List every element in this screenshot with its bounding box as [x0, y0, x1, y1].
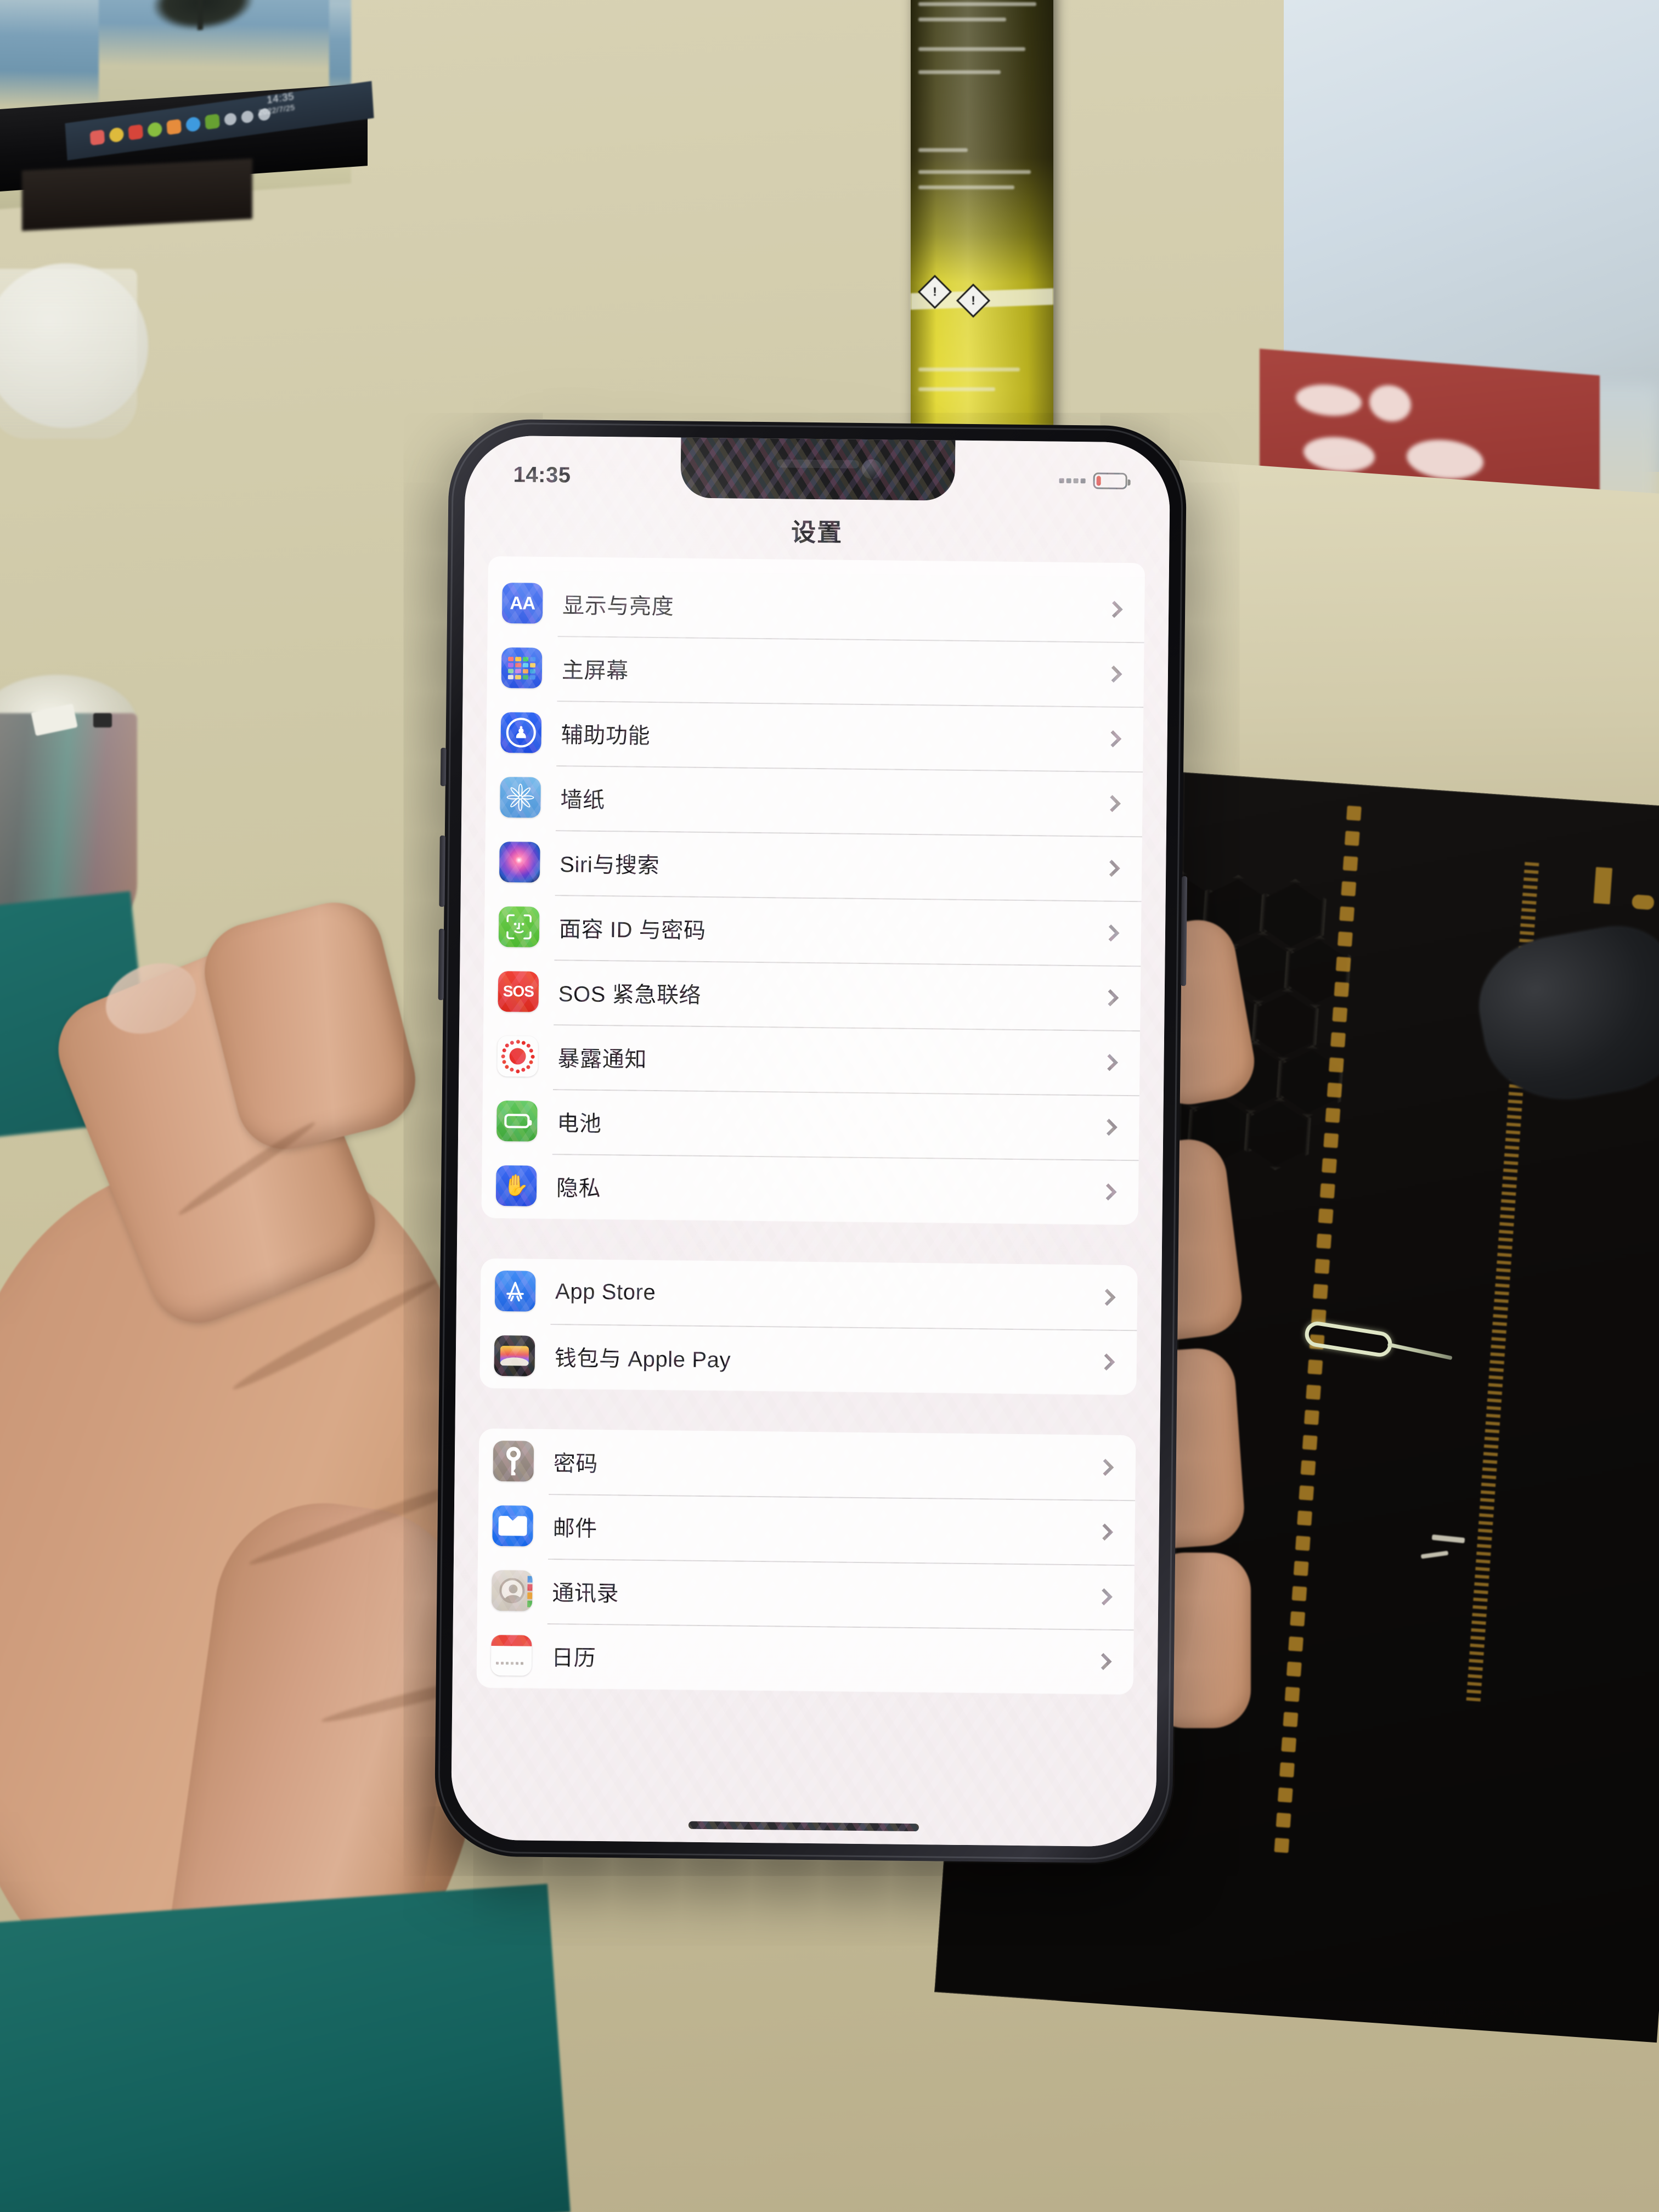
settings-row-label: 钱包与 Apple Pay: [554, 1346, 731, 1373]
display-brightness-icon: AA: [501, 583, 543, 624]
settings-row-label: 通讯录: [552, 1581, 619, 1606]
calendar-icon: [490, 1634, 532, 1676]
settings-row[interactable]: App Store: [480, 1259, 1137, 1330]
face-id-icon: [498, 906, 540, 947]
settings-row[interactable]: 通讯录: [477, 1558, 1135, 1630]
wallpaper-tree-trunk: [198, 0, 203, 30]
settings-row[interactable]: 墙纸: [486, 765, 1143, 837]
settings-row-label: 面容 ID 与密码: [558, 917, 706, 943]
taskbar-app-icon[interactable]: [89, 129, 105, 146]
jar-dark-part: [93, 713, 112, 727]
settings-row[interactable]: 钱包与 Apple Pay: [479, 1323, 1137, 1395]
settings-row-label: 辅助功能: [561, 723, 651, 748]
navigation-bar: 设置: [464, 496, 1170, 563]
group-system: AA 显示与亮度 主屏幕 ♟ 辅助功能 墙纸 Siri与搜索 面容 ID 与密码 SOS SOS…: [481, 570, 1145, 1225]
earpiece-speaker-icon: [776, 459, 859, 469]
taskbar-tray-icon[interactable]: [224, 112, 237, 126]
settings-row-label: 邮件: [552, 1516, 598, 1541]
settings-row[interactable]: ♟ 辅助功能: [486, 700, 1143, 772]
settings-list[interactable]: AA 显示与亮度 主屏幕 ♟ 辅助功能 墙纸 Siri与搜索 面容 ID 与密码 SOS SOS…: [451, 556, 1169, 1847]
app-store-icon: [494, 1270, 536, 1312]
taskbar-app-icon[interactable]: [185, 116, 201, 133]
settings-row-label: Siri与搜索: [560, 853, 660, 878]
monitor-stand: [22, 158, 252, 232]
wallpaper-icon: [500, 777, 541, 818]
teal-mat: [0, 1883, 571, 2212]
settings-row[interactable]: 主屏幕: [487, 635, 1144, 707]
settings-row-label: 电池: [557, 1111, 602, 1137]
side-button[interactable]: [1181, 876, 1188, 986]
settings-row-label: 隐私: [556, 1176, 601, 1201]
status-bar-right: [1059, 472, 1127, 489]
settings-row[interactable]: ✋ 隐私: [482, 1153, 1139, 1225]
iphone: 14:35 设置 AA 显示与亮度主屏幕 ♟ 辅助功能墙纸 Siri与搜索 面容 ID …: [434, 419, 1188, 1864]
settings-row-label: 暴露通知: [557, 1047, 647, 1072]
phone-screen[interactable]: 14:35 设置 AA 显示与亮度主屏幕 ♟ 辅助功能墙纸 Siri与搜索 面容 ID …: [450, 435, 1171, 1847]
contacts-icon: [492, 1570, 533, 1611]
volume-down-button[interactable]: [438, 928, 445, 1000]
yellow-spray-can: [911, 0, 1053, 466]
settings-row-label: 日历: [551, 1646, 596, 1671]
group-store: App Store 钱包与 Apple Pay: [479, 1258, 1138, 1395]
taskbar-app-icon[interactable]: [109, 127, 125, 143]
mail-icon: [492, 1505, 534, 1547]
volume-up-button[interactable]: [439, 835, 445, 907]
battery-icon: [1093, 472, 1127, 489]
siri-icon: [499, 842, 540, 883]
settings-row[interactable]: 邮件: [478, 1493, 1135, 1565]
settings-row-label: 显示与亮度: [562, 594, 674, 619]
accessibility-icon: ♟: [500, 712, 542, 753]
settings-row-label: 主屏幕: [561, 658, 629, 684]
settings-row[interactable]: 电池: [482, 1088, 1139, 1160]
settings-row[interactable]: AA 显示与亮度: [488, 571, 1145, 642]
settings-row-label: App Store: [555, 1279, 656, 1305]
settings-row[interactable]: 面容 ID 与密码: [484, 894, 1141, 966]
home-screen-icon: [501, 647, 543, 689]
taskbar-app-icon[interactable]: [205, 114, 220, 130]
status-bar-time: 14:35: [513, 462, 571, 487]
display-notch: [680, 436, 955, 501]
exposure-notification-icon: [497, 1036, 538, 1077]
mute-switch[interactable]: [440, 747, 447, 787]
photo-scene: 14:35 2022/7/25 ! ! 14:35 设置 AA 显示与亮度 主屏…: [0, 0, 1659, 2212]
settings-row[interactable]: 暴露通知: [483, 1024, 1140, 1096]
settings-row-label: 墙纸: [560, 788, 605, 813]
privacy-hand-icon: ✋: [495, 1165, 537, 1206]
taskbar-app-icon[interactable]: [147, 121, 163, 138]
parts-jar-upper: [0, 269, 137, 439]
settings-row-label: 密码: [553, 1452, 599, 1476]
page-title: 设置: [791, 518, 843, 547]
settings-row[interactable]: 日历: [477, 1623, 1134, 1695]
cellular-signal-icon: [1059, 478, 1086, 483]
settings-row[interactable]: 密码: [478, 1429, 1136, 1500]
taskbar-tray-icon[interactable]: [241, 110, 254, 124]
settings-row-label: SOS 紧急联络: [558, 982, 702, 1008]
emergency-sos-icon: SOS: [498, 971, 539, 1012]
settings-row[interactable]: SOS SOS 紧急联络: [483, 959, 1141, 1031]
wallet-icon: [494, 1335, 535, 1376]
battery-icon: [496, 1101, 538, 1142]
group-accounts: 密码邮件 通讯录日历: [476, 1428, 1136, 1695]
front-camera-icon: [861, 459, 882, 479]
taskbar-app-icon[interactable]: [128, 124, 144, 140]
taskbar-app-icon[interactable]: [166, 119, 182, 136]
passwords-key-icon: [493, 1440, 534, 1482]
settings-row[interactable]: Siri与搜索: [485, 830, 1142, 901]
